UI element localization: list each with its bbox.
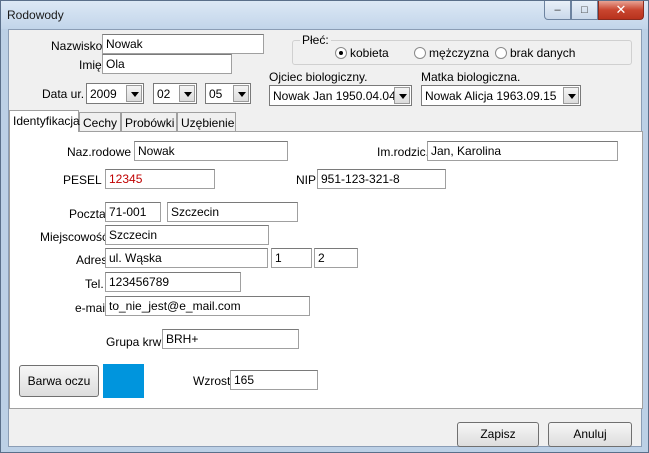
ojciec-select[interactable]: Nowak Jan 1950.04.04 <box>269 85 412 106</box>
miejscowosc-input[interactable]: Szczecin <box>105 225 269 245</box>
close-button[interactable]: ✕ <box>598 1 644 20</box>
month-value: 02 <box>157 87 171 101</box>
pesel-label: PESEL <box>63 173 102 187</box>
nazwisko-label: Nazwisko <box>51 39 103 53</box>
chevron-down-icon[interactable] <box>563 87 579 104</box>
email-input[interactable]: to_nie_jest@e_mail.com <box>105 296 310 316</box>
chevron-down-icon[interactable] <box>394 87 410 104</box>
naz-rodowe-label: Naz.rodowe <box>67 145 132 159</box>
maximize-button[interactable]: □ <box>571 1 598 20</box>
cancel-button[interactable]: Anuluj <box>548 422 632 447</box>
window-title: Rodowody <box>7 8 64 22</box>
wzrost-label: Wzrost <box>193 374 231 388</box>
tab-identyfikacja[interactable]: Identyfikacja <box>9 110 80 132</box>
minimize-button[interactable]: – <box>544 1 571 20</box>
adres-house-input[interactable]: 1 <box>271 248 312 268</box>
adres-flat-input[interactable]: 2 <box>314 248 358 268</box>
close-icon: ✕ <box>615 2 627 17</box>
tel-label: Tel. <box>85 277 104 291</box>
im-rodzic-label: Im.rodzic. <box>377 145 430 159</box>
grupa-krwi-input[interactable]: BRH+ <box>162 329 299 349</box>
matka-select[interactable]: Nowak Alicja 1963.09.15 <box>421 85 581 106</box>
chevron-down-icon[interactable] <box>126 85 142 102</box>
im-rodzic-input[interactable]: Jan, Karolina <box>427 141 618 161</box>
nip-input[interactable]: 951-123-321-8 <box>317 169 446 189</box>
day-value: 05 <box>209 87 223 101</box>
ojciec-value: Nowak Jan 1950.04.04 <box>273 89 396 103</box>
radio-brak-danych[interactable] <box>495 47 507 59</box>
form-client-area: Nazwisko Nowak Imię Ola Płeć: kobieta mę… <box>8 29 643 447</box>
data-ur-label: Data ur. <box>42 87 85 101</box>
naz-rodowe-input[interactable]: Nowak <box>134 141 288 161</box>
year-value: 2009 <box>90 87 117 101</box>
window: Rodowody – □ ✕ Nazwisko Nowak Imię Ola P… <box>0 0 649 453</box>
minimize-icon: – <box>554 4 561 16</box>
pesel-input[interactable]: 12345 <box>105 169 215 189</box>
nazwisko-input[interactable]: Nowak <box>102 34 264 54</box>
ojciec-label: Ojciec biologiczny. <box>269 70 368 84</box>
wzrost-input[interactable]: 165 <box>230 370 318 390</box>
month-select[interactable]: 02 <box>153 83 197 104</box>
year-select[interactable]: 2009 <box>86 83 144 104</box>
imie-label: Imię <box>79 58 102 72</box>
tab-cechy[interactable]: Cechy <box>79 112 121 132</box>
radio-mezczyzna-label: mężczyzna <box>429 46 490 60</box>
radio-mezczyzna[interactable] <box>414 47 426 59</box>
grupa-krwi-label: Grupa krwi <box>106 335 165 349</box>
radio-brak-danych-label: brak danych <box>510 46 576 60</box>
adres-label: Adres <box>76 253 108 267</box>
chevron-down-icon[interactable] <box>233 85 249 102</box>
poczta-code-input[interactable]: 71-001 <box>105 202 161 222</box>
matka-value: Nowak Alicja 1963.09.15 <box>425 89 557 103</box>
poczta-city-input[interactable]: Szczecin <box>167 202 298 222</box>
save-button[interactable]: Zapisz <box>457 422 539 447</box>
barwa-oczu-button[interactable]: Barwa oczu <box>19 365 99 397</box>
email-label: e-mail <box>75 301 108 315</box>
adres-street-input[interactable]: ul. Wąska <box>105 248 268 268</box>
tab-uzebienie[interactable]: Uzębienie <box>177 112 236 132</box>
tab-panel-identyfikacja: Naz.rodowe Nowak Im.rodzic. Jan, Karolin… <box>9 131 643 409</box>
nip-label: NIP <box>296 173 317 187</box>
tab-probowki[interactable]: Probówki <box>121 112 177 132</box>
tel-input[interactable]: 123456789 <box>105 272 241 292</box>
plec-legend: Płeć: <box>300 33 331 47</box>
miejscowosc-label: Miejscowość <box>40 230 109 244</box>
poczta-label: Poczta <box>69 207 106 221</box>
eye-color-swatch[interactable] <box>103 364 144 398</box>
imie-input[interactable]: Ola <box>102 54 232 74</box>
day-select[interactable]: 05 <box>205 83 251 104</box>
matka-label: Matka biologiczna. <box>421 70 521 84</box>
maximize-icon: □ <box>581 4 588 16</box>
radio-kobieta-label: kobieta <box>350 46 389 60</box>
radio-kobieta[interactable] <box>335 47 347 59</box>
title-bar[interactable]: Rodowody – □ ✕ <box>1 1 648 29</box>
chevron-down-icon[interactable] <box>179 85 195 102</box>
